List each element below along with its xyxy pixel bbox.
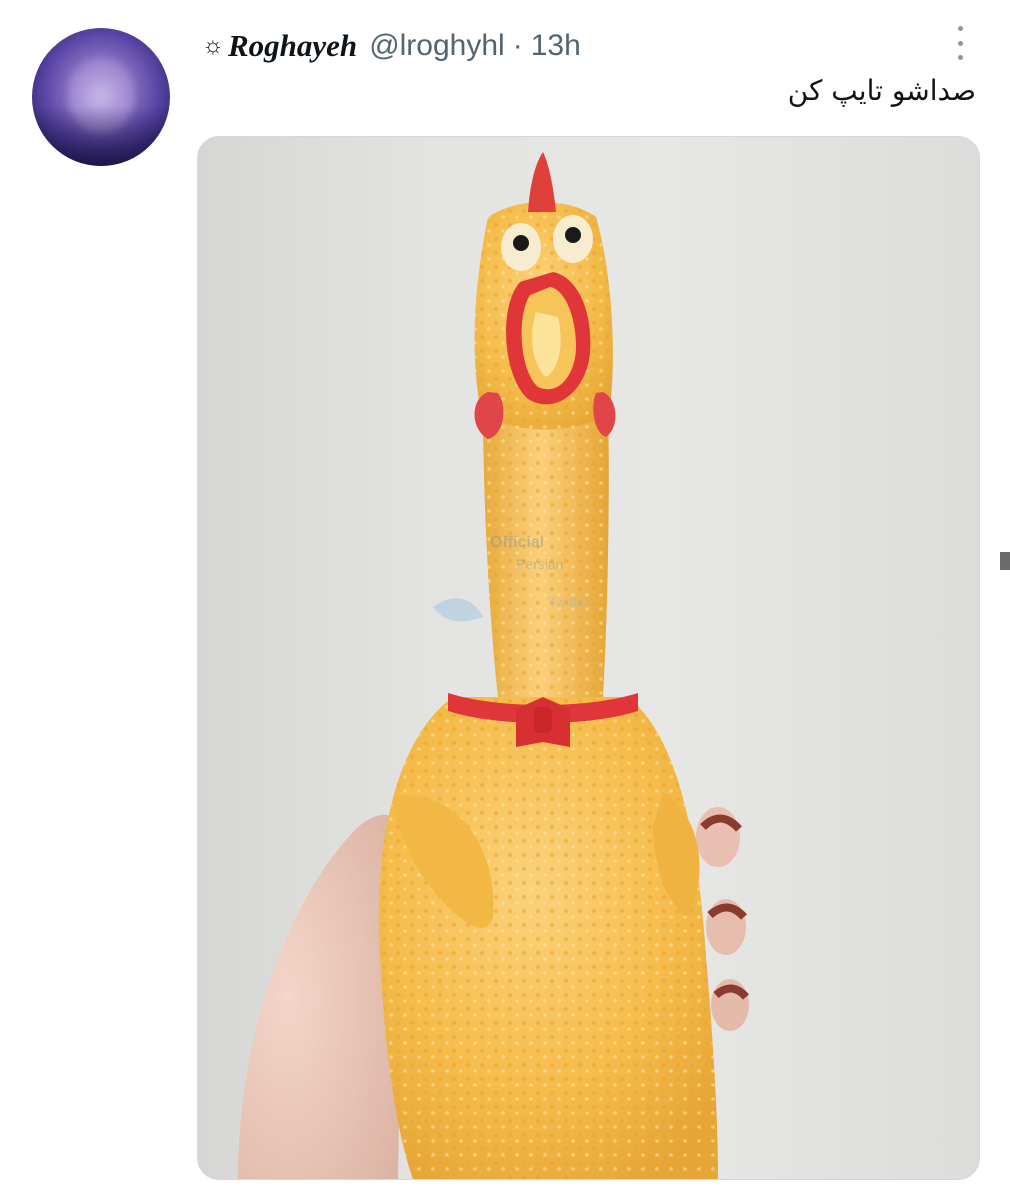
- scroll-edge-marker: [1000, 552, 1010, 570]
- svg-text:Persian: Persian: [516, 556, 563, 572]
- more-dot: [957, 26, 963, 31]
- tweet-media-photo[interactable]: Official Persian Twitter: [197, 136, 980, 1180]
- tweet[interactable]: ☼ Roghayeh @lroghyhl · 13h صداشو تایپ کن: [0, 0, 1010, 1200]
- chicken-body: [378, 697, 718, 1179]
- more-dots-vertical-icon[interactable]: [952, 26, 968, 60]
- sun-icon: ☼: [202, 32, 224, 59]
- display-name[interactable]: Roghayeh: [228, 28, 357, 64]
- more-dot: [957, 40, 963, 46]
- svg-text:Twitter: Twitter: [548, 594, 590, 610]
- tweet-timestamp[interactable]: 13h: [531, 29, 581, 63]
- rubber-chicken-photo: Official Persian Twitter: [238, 152, 750, 1179]
- header-separator: ·: [512, 29, 523, 62]
- tweet-text: صداشو تایپ کن: [787, 74, 976, 107]
- svg-text:Official: Official: [490, 534, 544, 551]
- chicken-neck: [483, 407, 609, 697]
- tweet-header: ☼ Roghayeh @lroghyhl · 13h: [202, 26, 581, 66]
- more-dot: [957, 55, 963, 60]
- avatar-shade: [32, 106, 170, 166]
- user-handle[interactable]: @lroghyhl: [369, 29, 505, 63]
- chicken-head: [474, 152, 616, 439]
- avatar[interactable]: [32, 28, 170, 166]
